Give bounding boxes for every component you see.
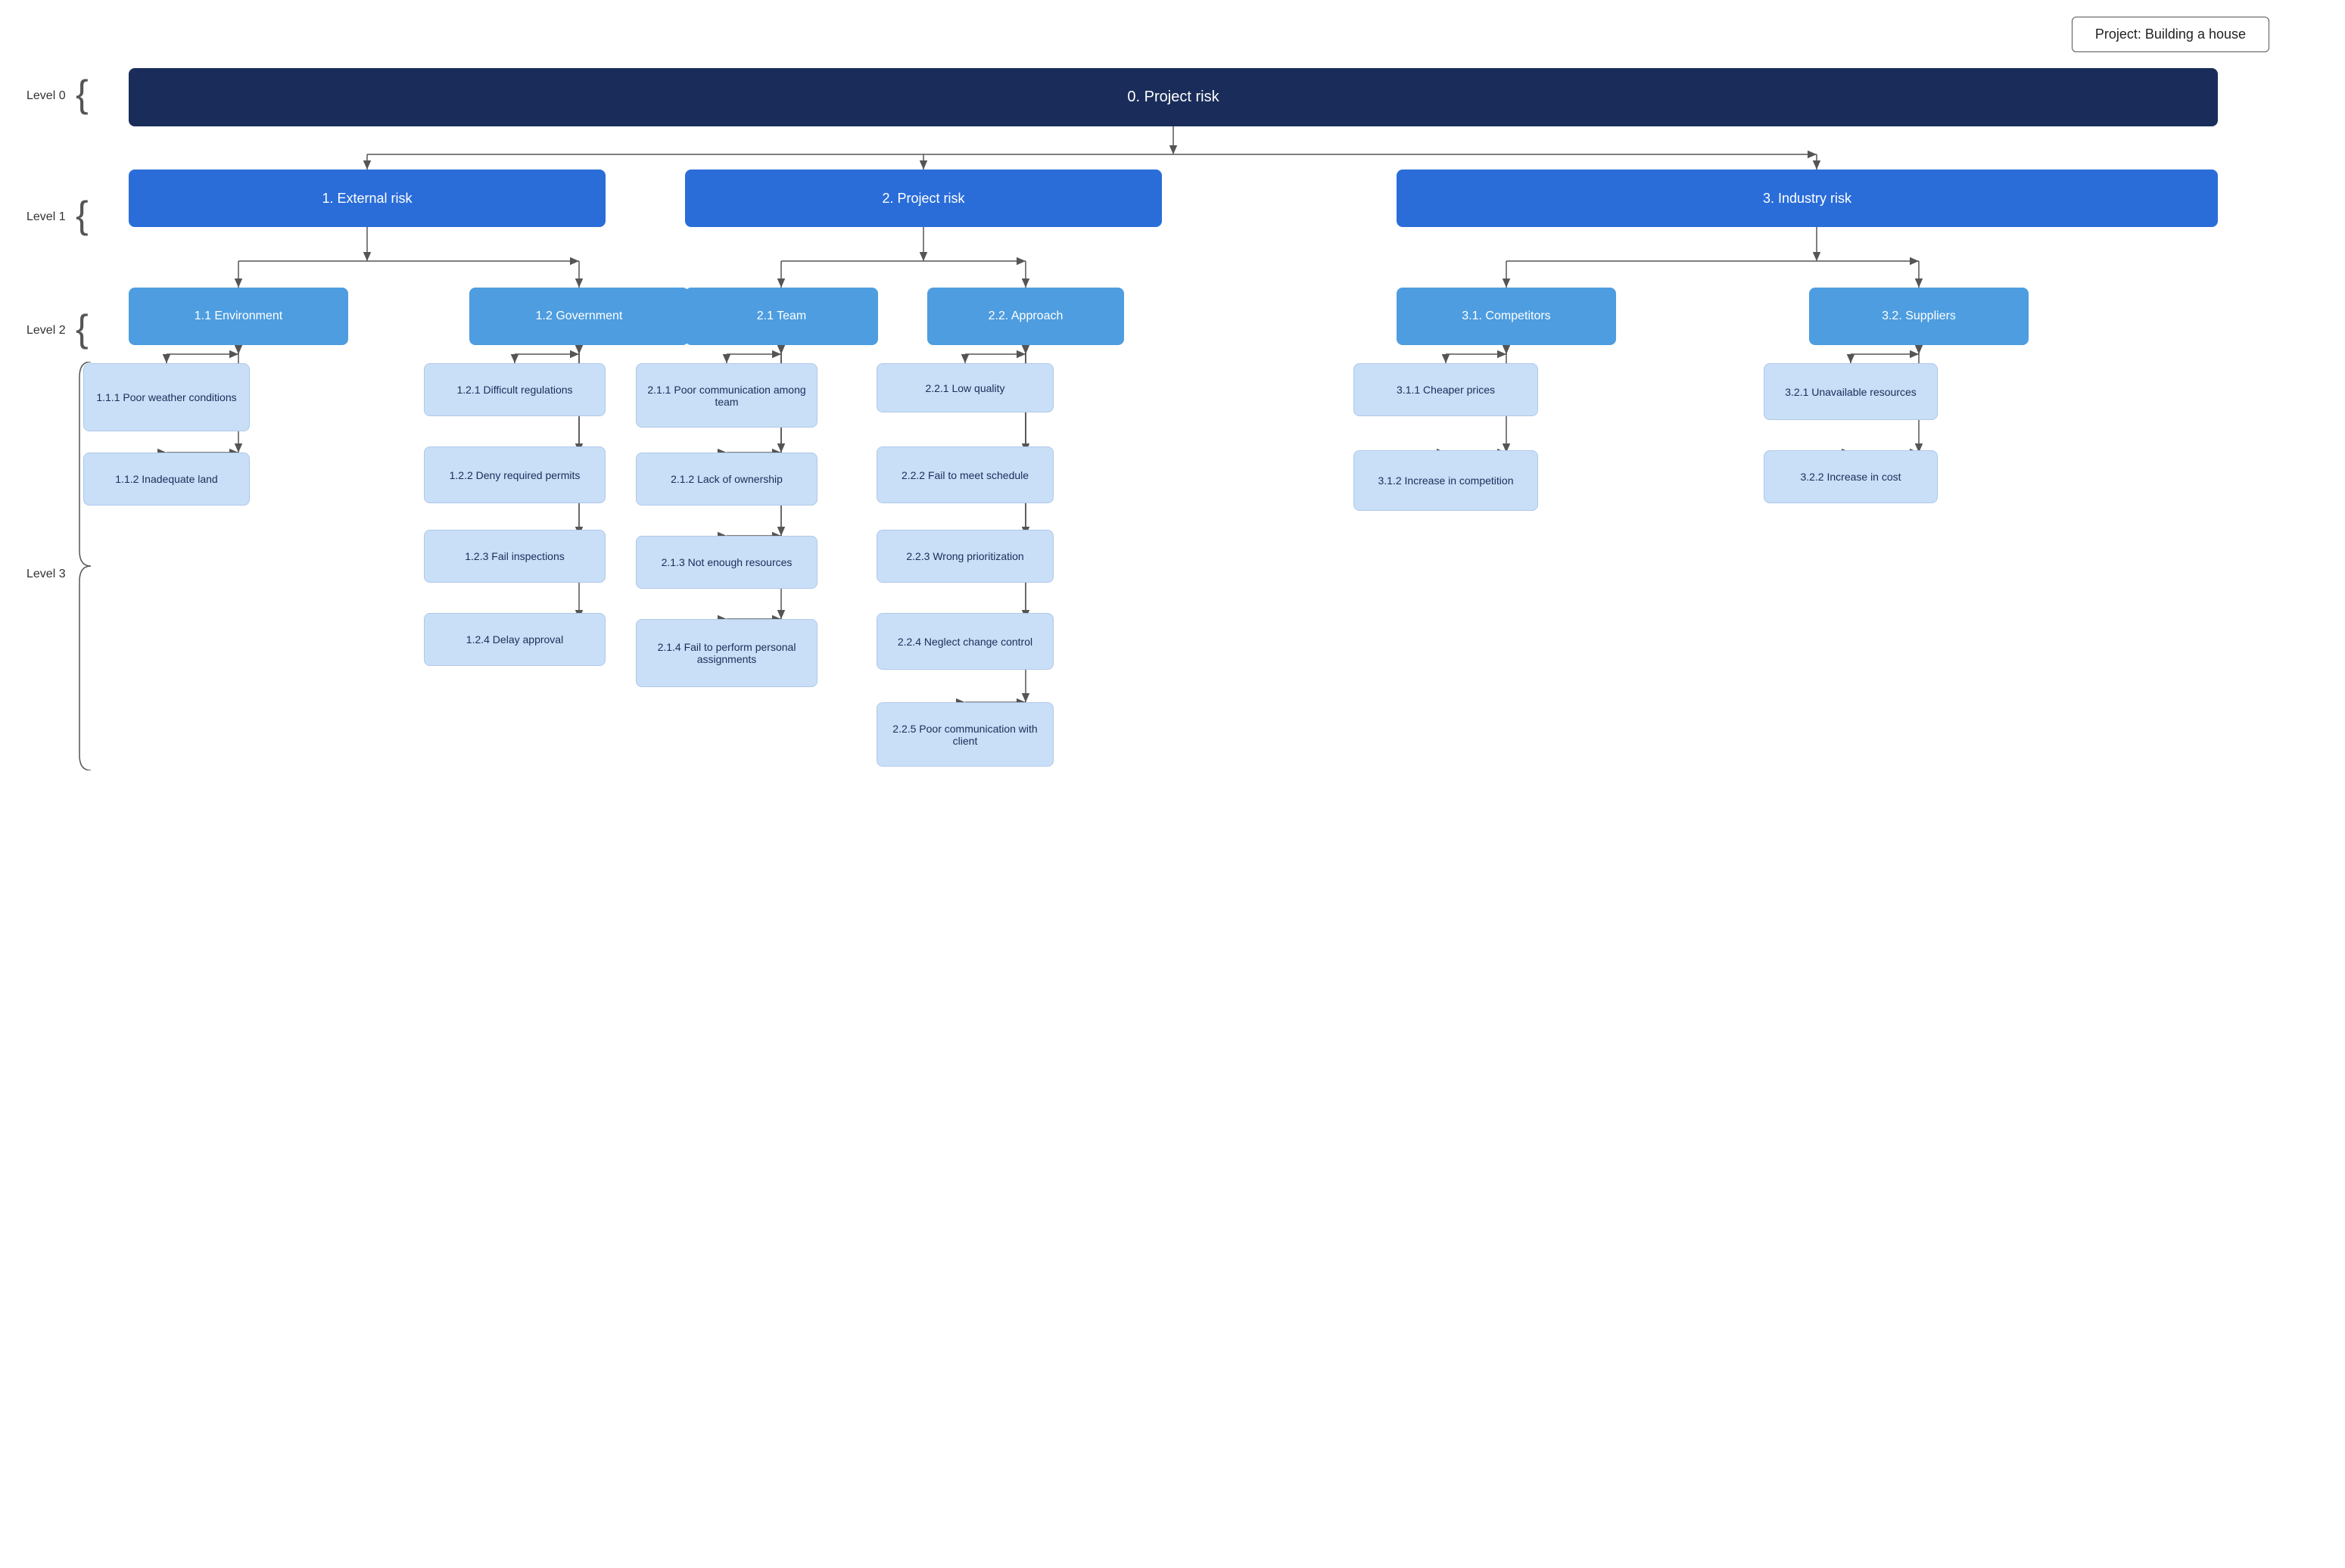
n211-node: 2.1.1 Poor communication among team [636, 363, 817, 428]
level1-brace: { [76, 193, 89, 237]
n322-node: 3.2.2 Increase in cost [1764, 450, 1938, 503]
n222-node: 2.2.2 Fail to meet schedule [877, 446, 1054, 503]
level3-label: Level 3 [26, 568, 66, 581]
n221-node: 2.2.1 Low quality [877, 363, 1054, 412]
n123-node: 1.2.3 Fail inspections [424, 530, 606, 583]
industry-risk-node: 3. Industry risk [1397, 170, 2218, 227]
n312-node: 3.1.2 Increase in competition [1353, 450, 1538, 511]
level2-label: Level 2 [26, 324, 66, 338]
n224-node: 2.2.4 Neglect change control [877, 613, 1054, 670]
environment-node: 1.1 Environment [129, 288, 348, 345]
level1-label: Level 1 [26, 210, 66, 224]
project-label: Project: Building a house [2072, 17, 2269, 52]
competitors-node: 3.1. Competitors [1397, 288, 1616, 345]
approach-node: 2.2. Approach [927, 288, 1124, 345]
n122-node: 1.2.2 Deny required permits [424, 446, 606, 503]
suppliers-node: 3.2. Suppliers [1809, 288, 2029, 345]
n212-node: 2.1.2 Lack of ownership [636, 453, 817, 506]
root-node: 0. Project risk [129, 68, 2218, 126]
n214-node: 2.1.4 Fail to perform personal assignmen… [636, 619, 817, 687]
level0-brace: { [76, 72, 89, 116]
team-node: 2.1 Team [685, 288, 878, 345]
n223-node: 2.2.3 Wrong prioritization [877, 530, 1054, 583]
level0-label: Level 0 [26, 89, 66, 103]
n124-node: 1.2.4 Delay approval [424, 613, 606, 666]
n225-node: 2.2.5 Poor communication with client [877, 702, 1054, 767]
n112-node: 1.1.2 Inadequate land [83, 453, 250, 506]
n121-node: 1.2.1 Difficult regulations [424, 363, 606, 416]
n111-node: 1.1.1 Poor weather conditions [83, 363, 250, 431]
n213-node: 2.1.3 Not enough resources [636, 536, 817, 589]
project-risk-node: 2. Project risk [685, 170, 1162, 227]
n321-node: 3.2.1 Unavailable resources [1764, 363, 1938, 420]
level2-brace: { [76, 306, 89, 350]
external-risk-node: 1. External risk [129, 170, 606, 227]
n311-node: 3.1.1 Cheaper prices [1353, 363, 1538, 416]
government-node: 1.2 Government [469, 288, 689, 345]
